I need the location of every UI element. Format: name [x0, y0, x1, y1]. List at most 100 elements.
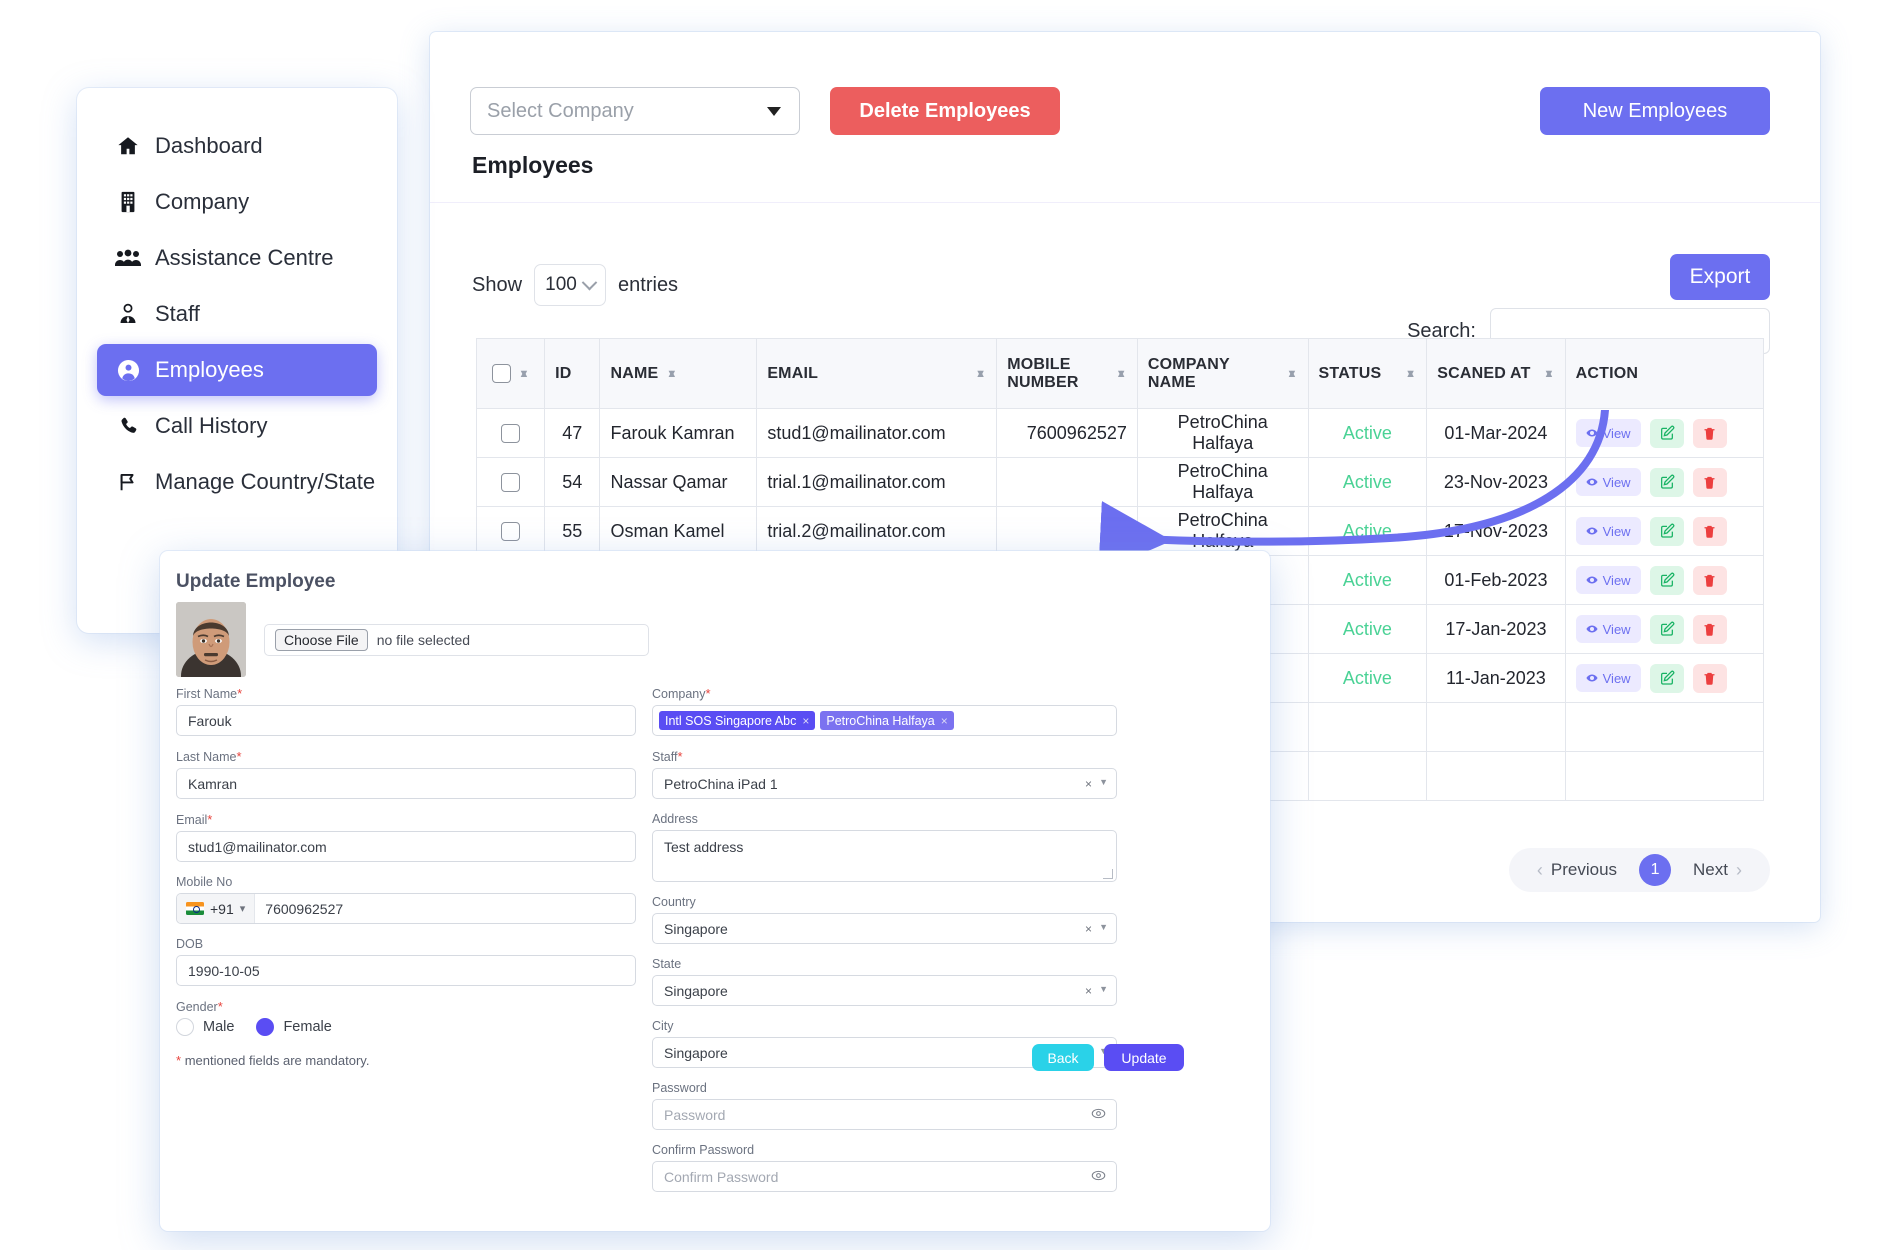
- pagination-page-1[interactable]: 1: [1639, 854, 1672, 886]
- edit-button[interactable]: [1649, 516, 1684, 546]
- sidebar-item-call-history[interactable]: Call History: [97, 400, 377, 452]
- clear-icon[interactable]: ×: [1085, 984, 1092, 998]
- select-all-checkbox[interactable]: [491, 364, 511, 383]
- col-select-all[interactable]: ▲ ▼: [475, 338, 546, 409]
- cell-action: View: [1564, 604, 1765, 654]
- required-marker: *: [677, 749, 683, 764]
- status-badge: Active: [1342, 667, 1392, 688]
- required-marker: *: [176, 1053, 182, 1068]
- dob-input[interactable]: 1990-10-05: [176, 955, 636, 986]
- page-length-value: 100: [545, 274, 577, 295]
- choose-file-button[interactable]: Choose File: [275, 629, 368, 651]
- sidebar-item-assistance-centre[interactable]: Assistance Centre: [97, 232, 377, 284]
- edit-button[interactable]: [1649, 565, 1684, 595]
- remove-tag-icon[interactable]: ×: [941, 714, 948, 728]
- email-label: Email*: [176, 812, 213, 827]
- country-code-selector[interactable]: +91 ▾: [177, 894, 256, 923]
- clear-icon[interactable]: ×: [1085, 777, 1092, 791]
- address-textarea[interactable]: Test address: [652, 830, 1117, 882]
- pagination-next[interactable]: Next ›: [1681, 860, 1754, 881]
- edit-button[interactable]: [1649, 663, 1684, 693]
- row-checkbox[interactable]: [501, 424, 521, 444]
- gender-radio-male[interactable]: Male: [176, 1018, 234, 1036]
- company-field-group: Company* Intl SOS Singapore Abc × PetroC…: [652, 686, 1117, 736]
- pagination-next-label: Next: [1693, 860, 1728, 879]
- avatar: [176, 602, 246, 677]
- view-button[interactable]: View: [1575, 664, 1641, 692]
- table-header-row: ▲ ▼ ID NAME ▲ ▼ EMAIL ▲ ▼ MOBILE NUMBER ▲ ▼ COM…: [475, 338, 1765, 409]
- new-employees-button[interactable]: New Employees: [1540, 87, 1770, 135]
- sidebar-item-company[interactable]: Company: [97, 176, 377, 228]
- update-button[interactable]: Update: [1104, 1044, 1184, 1071]
- delete-button[interactable]: [1692, 663, 1727, 693]
- select-company-dropdown[interactable]: Select Company: [470, 87, 800, 135]
- remove-tag-icon[interactable]: ×: [802, 714, 809, 728]
- delete-button[interactable]: [1692, 565, 1727, 595]
- resize-handle-icon[interactable]: [1103, 869, 1113, 879]
- modal-footer: Back Update: [1032, 1044, 1184, 1071]
- col-scaned-at[interactable]: SCANED AT ▲ ▼: [1426, 338, 1566, 409]
- mobile-input[interactable]: +91 ▾ 7600962527: [176, 893, 636, 924]
- col-id[interactable]: ID: [544, 338, 601, 409]
- sidebar-item-manage-country-state[interactable]: Manage Country/State: [97, 456, 377, 508]
- row-select-cell[interactable]: [475, 457, 546, 507]
- cell-action: [1564, 702, 1765, 752]
- mandatory-note: * mentioned fields are mandatory.: [176, 1053, 369, 1068]
- col-mobile-number[interactable]: MOBILE NUMBER ▲ ▼: [996, 338, 1138, 409]
- country-select[interactable]: Singapore × ▼: [652, 913, 1117, 944]
- pagination-previous[interactable]: ‹ Previous: [1525, 860, 1629, 881]
- edit-button[interactable]: [1649, 614, 1684, 644]
- sidebar-item-employees[interactable]: Employees: [97, 344, 377, 396]
- sidebar-item-label: Call History: [155, 413, 268, 438]
- eye-icon[interactable]: [1091, 1168, 1106, 1186]
- edit-button[interactable]: [1649, 467, 1684, 497]
- gender-radio-female[interactable]: Female: [256, 1018, 332, 1036]
- view-button[interactable]: View: [1575, 517, 1641, 545]
- company-tag[interactable]: PetroChina Halfaya ×: [820, 711, 954, 730]
- sidebar-item-staff[interactable]: Staff: [97, 288, 377, 340]
- edit-button[interactable]: [1649, 418, 1684, 448]
- mobile-number-value: 7600962527: [265, 900, 344, 917]
- company-multiselect[interactable]: Intl SOS Singapore Abc × PetroChina Half…: [652, 705, 1117, 736]
- view-button-label: View: [1602, 572, 1631, 588]
- sidebar-item-dashboard[interactable]: Dashboard: [97, 120, 377, 172]
- view-button[interactable]: View: [1575, 566, 1641, 594]
- dob-label: DOB: [176, 937, 204, 951]
- required-marker: *: [705, 686, 711, 701]
- state-select[interactable]: Singapore × ▼: [652, 975, 1117, 1006]
- clear-icon[interactable]: ×: [1085, 922, 1092, 936]
- view-button[interactable]: View: [1575, 419, 1641, 447]
- view-button[interactable]: View: [1575, 468, 1641, 496]
- col-company-name[interactable]: COMPANY NAME ▲ ▼: [1136, 338, 1309, 409]
- col-name[interactable]: NAME ▲ ▼: [599, 338, 758, 409]
- col-status[interactable]: STATUS ▲ ▼: [1307, 338, 1428, 409]
- col-email[interactable]: EMAIL ▲ ▼: [756, 338, 998, 409]
- chevron-right-icon: ›: [1736, 859, 1742, 880]
- delete-button[interactable]: [1692, 418, 1727, 448]
- modal-right-column: Company* Intl SOS Singapore Abc × PetroC…: [652, 686, 1117, 1205]
- row-checkbox[interactable]: [501, 522, 521, 542]
- staff-select[interactable]: PetroChina iPad 1 × ▼: [652, 768, 1117, 799]
- password-input[interactable]: Password: [652, 1099, 1117, 1130]
- file-upload-field[interactable]: Choose File no file selected: [264, 624, 649, 656]
- delete-button[interactable]: [1692, 467, 1727, 497]
- company-tag[interactable]: Intl SOS Singapore Abc ×: [659, 711, 816, 730]
- row-select-cell[interactable]: [475, 506, 546, 556]
- last-name-input[interactable]: Kamran: [176, 768, 636, 799]
- view-button[interactable]: View: [1575, 615, 1641, 643]
- email-input[interactable]: stud1@mailinator.com: [176, 831, 636, 862]
- eye-icon: [1586, 429, 1598, 437]
- eye-icon[interactable]: [1091, 1106, 1106, 1124]
- delete-employees-button[interactable]: Delete Employees: [830, 87, 1060, 135]
- confirm-password-input[interactable]: Confirm Password: [652, 1161, 1117, 1192]
- row-checkbox[interactable]: [501, 473, 521, 493]
- first-name-input[interactable]: Farouk: [176, 705, 636, 736]
- row-select-cell[interactable]: [475, 408, 546, 458]
- delete-button[interactable]: [1692, 516, 1727, 546]
- export-button[interactable]: Export: [1670, 254, 1770, 300]
- dob-field-group: DOB 1990-10-05: [176, 937, 636, 986]
- back-button[interactable]: Back: [1032, 1044, 1094, 1071]
- delete-button[interactable]: [1692, 614, 1727, 644]
- page-length-select[interactable]: 100: [534, 264, 607, 306]
- chevron-down-icon: [767, 106, 781, 116]
